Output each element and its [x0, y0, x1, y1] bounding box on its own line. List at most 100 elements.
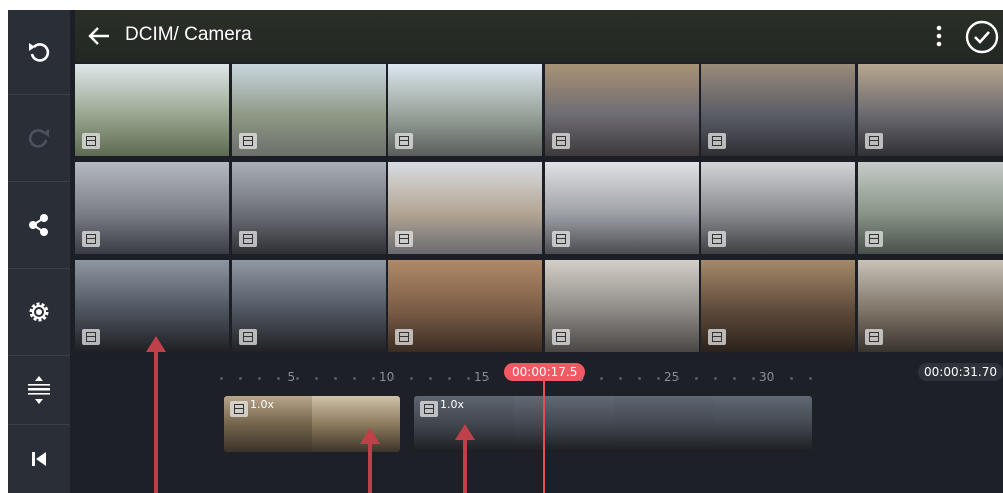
share-icon [29, 214, 48, 236]
ruler-dot [296, 377, 299, 380]
media-grid [75, 64, 1003, 356]
video-thumbnail[interactable] [701, 162, 855, 254]
more-options-button[interactable] [935, 24, 943, 52]
ruler-dot [372, 377, 375, 380]
video-file-icon [395, 231, 413, 247]
timeline-panel: 51015202530 00:00:17.5 00:00:31.70 1.0x … [70, 360, 1003, 493]
video-thumbnail[interactable] [701, 64, 855, 156]
video-thumbnail[interactable] [231, 260, 386, 352]
undo-button[interactable] [8, 10, 70, 95]
ruler-dot [638, 377, 641, 380]
video-file-icon [864, 329, 883, 345]
app-window: DCIM/ Camera 51015202530 00:00:17.5 00:0… [8, 10, 1003, 493]
back-button[interactable] [87, 25, 111, 51]
video-file-icon [395, 133, 413, 149]
video-file-icon [238, 329, 257, 345]
video-thumbnail[interactable] [75, 162, 229, 254]
ruler-dot [258, 377, 261, 380]
video-file-icon [420, 401, 438, 417]
video-file-icon [708, 329, 726, 345]
video-thumbnail[interactable] [231, 162, 386, 254]
skip-start-icon [32, 452, 46, 466]
split-icon [28, 376, 50, 404]
redo-button[interactable] [8, 95, 70, 182]
folder-path-title: DCIM/ Camera [125, 24, 252, 45]
more-vert-icon [936, 25, 942, 47]
check-circle-icon [965, 20, 999, 54]
annotation-arrow [154, 350, 158, 493]
video-thumbnail[interactable] [857, 64, 1003, 156]
annotation-arrow-head [455, 424, 475, 440]
settings-button[interactable] [8, 269, 70, 356]
ruler-dot [277, 377, 280, 380]
annotation-arrow-head [146, 336, 166, 352]
video-file-icon [551, 231, 570, 247]
ruler-dot [771, 377, 774, 380]
ruler-dot [429, 377, 432, 380]
ruler-dot [657, 377, 660, 380]
ruler-dot [752, 377, 755, 380]
video-thumbnail[interactable] [388, 64, 542, 156]
ruler-dot [600, 377, 603, 380]
ruler-dot [695, 377, 698, 380]
left-toolbar [8, 10, 70, 493]
settings-icon [29, 302, 49, 322]
split-button[interactable] [8, 356, 70, 425]
ruler-dot [809, 377, 812, 380]
video-file-icon [395, 329, 413, 345]
undo-icon [29, 43, 50, 62]
playhead[interactable] [543, 380, 545, 493]
video-file-icon [708, 231, 726, 247]
ruler-dot [410, 377, 413, 380]
ruler-dot [220, 377, 223, 380]
annotation-arrow-head [360, 428, 380, 444]
video-file-icon [82, 329, 100, 345]
video-thumbnail[interactable] [544, 260, 699, 352]
share-button[interactable] [8, 182, 70, 269]
video-file-icon [230, 401, 248, 417]
ruler-dot [239, 377, 242, 380]
video-file-icon [864, 133, 883, 149]
playhead-time-badge: 00:00:17.5 [504, 363, 586, 381]
video-file-icon [551, 329, 570, 345]
annotation-arrow [463, 438, 467, 493]
done-button[interactable] [965, 20, 999, 58]
video-thumbnail[interactable] [544, 64, 699, 156]
ruler-tick-label: 5 [287, 370, 296, 384]
video-thumbnail[interactable] [857, 260, 1003, 352]
annotation-arrow [368, 442, 372, 493]
video-thumbnail[interactable] [231, 64, 386, 156]
ruler-dot [676, 377, 679, 380]
video-file-icon [864, 231, 883, 247]
top-bar: DCIM/ Camera [75, 10, 1003, 62]
video-thumbnail[interactable] [544, 162, 699, 254]
ruler-dot [334, 377, 337, 380]
arrow-left-icon [88, 27, 109, 45]
end-time-badge: 00:00:31.70 [918, 363, 1003, 381]
ruler-dot [315, 377, 318, 380]
ruler-dot [619, 377, 622, 380]
video-thumbnail[interactable] [857, 162, 1003, 254]
video-thumbnail[interactable] [388, 162, 542, 254]
video-file-icon [551, 133, 570, 149]
clip-speed-label: 1.0x [440, 398, 465, 411]
ruler-dot [448, 377, 451, 380]
redo-icon [28, 129, 49, 148]
ruler-dot [391, 377, 394, 380]
video-file-icon [708, 133, 726, 149]
ruler-dot [467, 377, 470, 380]
ruler-dot [486, 377, 489, 380]
video-file-icon [82, 133, 100, 149]
ruler-dot [714, 377, 717, 380]
video-thumbnail[interactable] [75, 64, 229, 156]
video-file-icon [238, 133, 257, 149]
video-thumbnail[interactable] [701, 260, 855, 352]
video-file-icon [82, 231, 100, 247]
video-thumbnail[interactable] [388, 260, 542, 352]
ruler-dot [733, 377, 736, 380]
ruler-dot [353, 377, 356, 380]
video-file-icon [238, 231, 257, 247]
clip-speed-label: 1.0x [250, 398, 275, 411]
go-to-start-button[interactable] [8, 425, 70, 493]
ruler-dot [790, 377, 793, 380]
